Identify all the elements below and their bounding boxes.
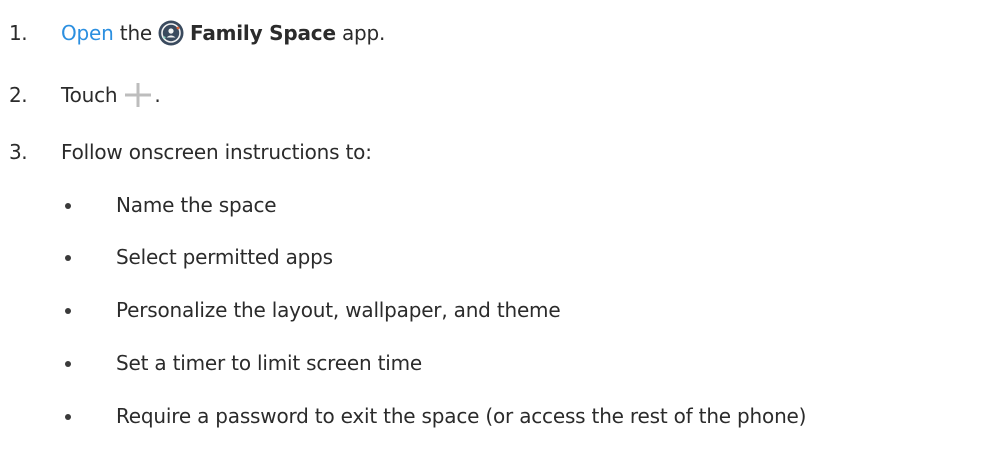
bullet-icon: [65, 361, 71, 367]
bullet-text: Personalize the layout, wallpaper, and t…: [116, 298, 561, 322]
list-item: Name the space: [0, 185, 987, 225]
bullet-text: Require a password to exit the space (or…: [116, 404, 807, 428]
family-space-app-icon: [158, 20, 184, 46]
step-text: Follow onscreen instructions to:: [61, 140, 372, 164]
bullet-icon: [65, 308, 71, 314]
bullet-icon: [65, 255, 71, 261]
bullet-icon: [65, 414, 71, 420]
step-body: Touch .: [61, 75, 161, 115]
step-text: the: [119, 21, 153, 45]
step-1: 1. Open the Family Space app.: [0, 13, 987, 53]
list-item: Select permitted apps: [0, 237, 987, 277]
step-text: Touch: [61, 83, 118, 107]
step-2: 2. Touch .: [0, 75, 987, 115]
list-item: Set a timer to limit screen time: [0, 343, 987, 383]
app-name: Family Space: [190, 21, 336, 45]
list-item: Personalize the layout, wallpaper, and t…: [0, 290, 987, 330]
bullet-text: Name the space: [116, 193, 277, 217]
step-3: 3. Follow onscreen instructions to:: [0, 132, 987, 172]
step-text-after: .: [154, 83, 161, 107]
open-link[interactable]: Open: [61, 21, 114, 45]
bullet-text: Set a timer to limit screen time: [116, 351, 422, 375]
step-number: 2.: [9, 83, 28, 107]
bullet-icon: [65, 203, 71, 209]
plus-icon: [125, 83, 152, 107]
step-body: Open the Family Space app.: [61, 13, 385, 53]
list-item: Require a password to exit the space (or…: [0, 396, 987, 436]
step-number: 1.: [9, 21, 28, 45]
step-text-after: app.: [341, 21, 386, 45]
bullet-text: Select permitted apps: [116, 245, 333, 269]
step-body: Follow onscreen instructions to:: [61, 132, 372, 172]
step-number: 3.: [9, 140, 28, 164]
